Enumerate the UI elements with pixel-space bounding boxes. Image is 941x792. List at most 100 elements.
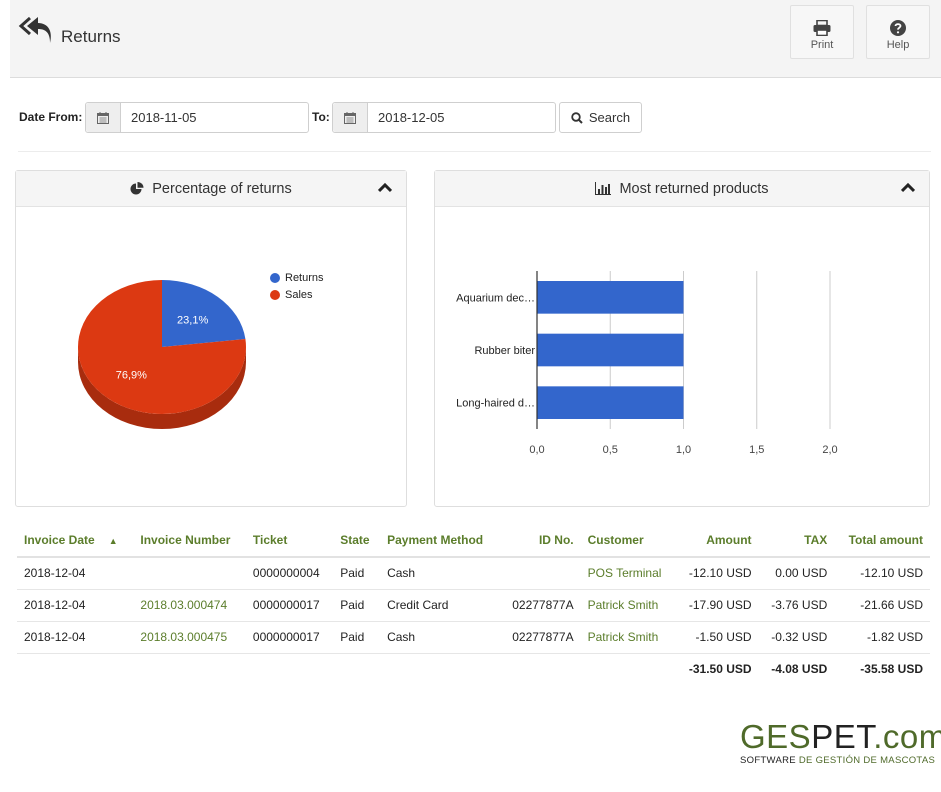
- cell-id-no: 02277877A: [499, 589, 581, 622]
- cell-date: 2018-12-04: [17, 621, 134, 654]
- totals-row: -31.50 USD -4.08 USD -35.58 USD: [17, 653, 930, 685]
- cell-tax: -3.76 USD: [758, 589, 835, 622]
- search-button[interactable]: Search: [559, 102, 642, 133]
- cell-amount: -17.90 USD: [675, 589, 759, 622]
- col-amount[interactable]: Amount: [675, 524, 759, 558]
- col-invoice-number[interactable]: Invoice Number: [133, 524, 246, 558]
- cell-date: 2018-12-04: [17, 557, 134, 590]
- cell-ticket: 0000000004: [245, 557, 334, 590]
- page-title: Returns: [61, 27, 121, 46]
- print-button[interactable]: Print: [790, 5, 854, 59]
- date-to-field[interactable]: [332, 102, 556, 133]
- cell-total: -21.66 USD: [834, 589, 930, 622]
- x-tick-label: 1,5: [749, 444, 764, 456]
- bar: [537, 281, 684, 314]
- date-from-label: Date From:: [19, 110, 83, 124]
- legend-item-sales: Sales: [270, 289, 313, 301]
- x-tick-label: 1,0: [676, 444, 691, 456]
- bar: [537, 386, 684, 419]
- calendar-icon[interactable]: [86, 103, 121, 132]
- bar: [537, 333, 684, 367]
- search-label: Search: [588, 110, 631, 125]
- sort-asc-icon[interactable]: ▲: [109, 536, 118, 546]
- panel-title: Percentage of returns: [152, 180, 292, 197]
- legend-swatch: [270, 290, 280, 300]
- col-ticket[interactable]: Ticket: [245, 524, 334, 558]
- total-tax: -4.08 USD: [771, 662, 828, 677]
- legend-label: Returns: [285, 272, 324, 284]
- col-invoice-date[interactable]: Invoice Date ▲: [17, 524, 134, 558]
- cell-customer-link[interactable]: Patrick Smith: [580, 621, 676, 654]
- x-tick-label: 0,0: [529, 444, 544, 456]
- chevron-up-icon[interactable]: [378, 182, 392, 194]
- search-icon: [571, 111, 583, 124]
- cell-tax: 0.00 USD: [758, 557, 835, 590]
- chevron-up-icon[interactable]: [901, 182, 915, 194]
- reply-all-icon[interactable]: [18, 14, 54, 46]
- x-tick-label: 0,5: [603, 444, 618, 456]
- date-to-input[interactable]: [368, 103, 548, 132]
- returns-table: Invoice Date ▲ Invoice Number Ticket Stat…: [17, 524, 930, 685]
- cell-amount: -12.10 USD: [675, 557, 759, 590]
- most-returned-products-panel: Most returned products 0,0 0,5 1,0 1,5 2,0 Aq…: [434, 170, 930, 507]
- cell-customer-link[interactable]: POS Terminal: [580, 557, 676, 590]
- cell-state: Paid: [333, 621, 381, 654]
- col-state[interactable]: State: [333, 524, 381, 558]
- col-id-no[interactable]: ID No.: [499, 524, 581, 558]
- help-label: Help: [886, 39, 910, 51]
- cell-state: Paid: [333, 589, 381, 622]
- cell-tax: -0.32 USD: [758, 621, 835, 654]
- returns-percentage-panel: Percentage of returns 23,1% 76,9% Returns…: [15, 170, 407, 507]
- cell-ticket: 0000000017: [245, 621, 334, 654]
- col-payment-method[interactable]: Payment Method: [380, 524, 500, 558]
- pie-chart-icon: [130, 181, 144, 194]
- table-row[interactable]: 2018-12-04 0000000004 Paid Cash POS Term…: [17, 557, 930, 590]
- cell-amount: -1.50 USD: [675, 621, 759, 654]
- print-icon: [813, 20, 831, 36]
- cell-customer-link[interactable]: Patrick Smith: [580, 589, 676, 622]
- pie-chart: 23,1% 76,9%: [78, 280, 246, 429]
- total-grand: -35.58 USD: [860, 662, 923, 677]
- cell-invoice-link[interactable]: [133, 557, 246, 590]
- gespet-logo: GESPET.com SOFTWARE DE GESTIÓN DE MASCOT…: [740, 718, 941, 767]
- y-category-label: Long-haired d…: [456, 398, 535, 410]
- divider: [18, 151, 931, 152]
- cell-invoice-link[interactable]: 2018.03.000475: [133, 621, 246, 654]
- table-row[interactable]: 2018-12-04 2018.03.000475 0000000017 Pai…: [17, 621, 930, 654]
- pie-data-label: 76,9%: [116, 370, 147, 382]
- panel-title: Most returned products: [619, 180, 769, 197]
- cell-id-no: [499, 557, 581, 590]
- question-circle-icon: [890, 20, 906, 36]
- page-header: Returns Print Help: [10, 0, 941, 78]
- bar-chart-icon: [595, 182, 612, 195]
- cell-state: Paid: [333, 557, 381, 590]
- cell-payment: Cash: [380, 557, 500, 590]
- x-tick-label: 2,0: [822, 444, 837, 456]
- date-from-field[interactable]: [85, 102, 309, 133]
- help-button[interactable]: Help: [866, 5, 930, 59]
- panel-header: Most returned products: [435, 171, 929, 207]
- y-category-label: Rubber biter: [474, 345, 535, 357]
- cell-payment: Cash: [380, 621, 500, 654]
- cell-total: -12.10 USD: [834, 557, 930, 590]
- print-label: Print: [810, 39, 834, 51]
- col-total-amount[interactable]: Total amount: [834, 524, 930, 558]
- table-header-row: Invoice Date ▲ Invoice Number Ticket Stat…: [17, 524, 930, 558]
- pie-data-label: 23,1%: [177, 314, 208, 326]
- legend-swatch: [270, 273, 280, 283]
- cell-ticket: 0000000017: [245, 589, 334, 622]
- cell-invoice-link[interactable]: 2018.03.000474: [133, 589, 246, 622]
- legend-label: Sales: [285, 289, 313, 301]
- cell-payment: Credit Card: [380, 589, 500, 622]
- date-to-label: To:: [312, 110, 330, 124]
- col-tax[interactable]: TAX: [758, 524, 835, 558]
- date-filter-bar: Date From: To: Search: [18, 102, 931, 133]
- cell-id-no: 02277877A: [499, 621, 581, 654]
- col-customer[interactable]: Customer: [580, 524, 676, 558]
- panel-header: Percentage of returns: [16, 171, 406, 207]
- calendar-icon[interactable]: [333, 103, 368, 132]
- date-from-input[interactable]: [121, 103, 301, 132]
- table-row[interactable]: 2018-12-04 2018.03.000474 0000000017 Pai…: [17, 589, 930, 622]
- cell-total: -1.82 USD: [834, 621, 930, 654]
- cell-date: 2018-12-04: [17, 589, 134, 622]
